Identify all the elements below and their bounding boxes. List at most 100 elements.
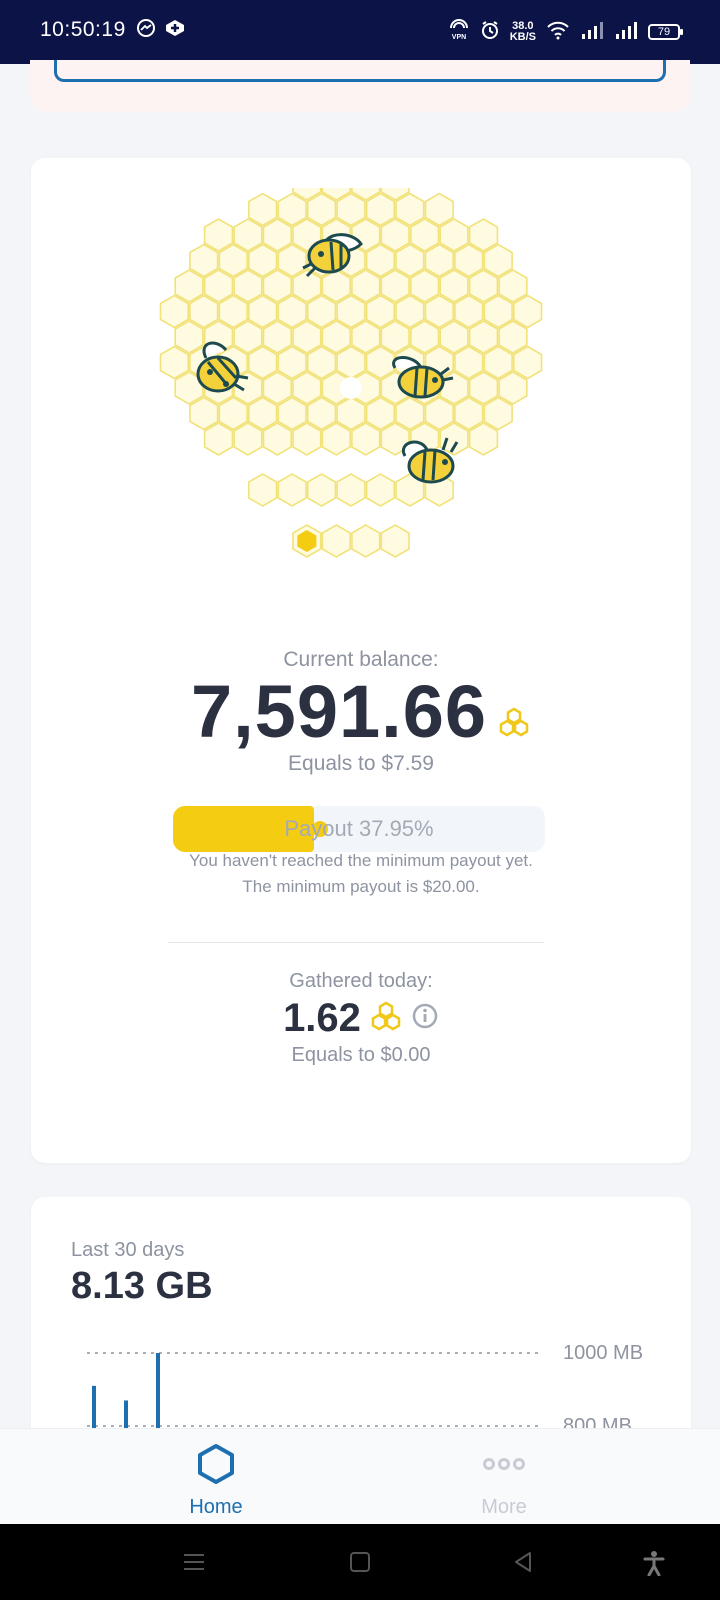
today-value: 1.62 (283, 996, 361, 1040)
honeycomb-cell (365, 473, 396, 507)
honeycomb-cell (218, 396, 248, 431)
nav-more-label: More (481, 1496, 527, 1518)
honeycomb-cell (321, 269, 351, 303)
honeycomb-cell (468, 218, 499, 252)
nav-home[interactable]: Home (146, 1443, 286, 1519)
honeycomb-cell (424, 396, 455, 431)
honeycomb-cell (292, 371, 322, 405)
honeycomb-cell (248, 192, 278, 227)
honeycomb-cell (395, 396, 425, 431)
accessibility-icon[interactable] (642, 1550, 666, 1581)
more-dots-icon (483, 1458, 525, 1470)
honeycomb-cell (321, 320, 351, 354)
signal-icon-2 (614, 20, 638, 45)
honeycomb-cell (498, 320, 528, 354)
honeycomb-cell (512, 294, 543, 329)
honeycomb-cell (336, 345, 366, 380)
honeycomb-cell (336, 192, 366, 227)
top-card-button-edge[interactable] (54, 60, 666, 82)
bottom-nav: Home More (0, 1428, 720, 1524)
honeycomb-cell (424, 294, 455, 329)
honeycomb-cell (380, 218, 410, 252)
honeycomb-cell (277, 396, 307, 431)
status-bar: 10:50:19 VPN 38.0 KB/S 79 (0, 0, 720, 64)
today-label: Gathered today: (289, 970, 433, 992)
honeycomb-cell (203, 422, 234, 456)
honeycomb-cell (439, 218, 469, 252)
honeycomb-cell (174, 269, 204, 303)
honeycomb-cell (233, 320, 263, 354)
back-icon[interactable] (512, 1550, 536, 1579)
honeycomb-center-cell (340, 377, 362, 399)
honeycomb-cell (233, 218, 263, 252)
honeycomb-icon (497, 707, 531, 742)
honeycomb-cell (351, 422, 381, 456)
honeycomb-cell (483, 294, 513, 329)
payout-label: Payout 37.95% (284, 816, 434, 841)
honeycomb-cell (306, 192, 337, 227)
divider (168, 942, 544, 943)
honeycomb-cell (395, 294, 425, 329)
honeycomb-cell (218, 243, 248, 278)
honeycomb-cell (306, 294, 337, 329)
status-time: 10:50:19 (40, 18, 126, 41)
hexagon-icon (198, 1444, 234, 1484)
home-square-icon[interactable] (348, 1550, 372, 1579)
honeycomb-cell (292, 422, 322, 456)
balance-label: Current balance: (283, 648, 439, 671)
honeycomb-cell (483, 243, 513, 278)
honeycomb-cell (454, 294, 484, 329)
balance-usd: Equals to $7.59 (288, 752, 434, 775)
honeycomb-cell (248, 396, 278, 431)
honeycomb-cell (424, 192, 455, 227)
usage-card: Last 30 days 8.13 GB 1000 MB 800 MB (31, 1197, 691, 1457)
honeycomb-cell (468, 320, 499, 354)
honeycomb-cell (468, 269, 499, 303)
honeycomb-cell (351, 524, 381, 558)
honeycomb-cell (424, 243, 455, 278)
honeycomb-cell (159, 294, 190, 329)
honeycomb-cell (365, 345, 396, 380)
honeycomb-cell (248, 345, 278, 380)
honeycomb-cell (395, 243, 425, 278)
honeycomb-cell (248, 473, 278, 507)
honeycomb-cell (248, 243, 278, 278)
nav-more[interactable]: More (434, 1443, 574, 1519)
honeycomb-cell (454, 396, 484, 431)
honeycomb-cell (409, 218, 440, 252)
honeycomb-cell (439, 371, 469, 405)
signal-icon (580, 20, 604, 45)
honeycomb-cell (321, 524, 351, 558)
honeycomb-cell (262, 269, 292, 303)
honeycomb-icon (369, 1001, 403, 1036)
honeycomb-cell (218, 294, 248, 329)
honeycomb-cell (468, 371, 499, 405)
alarm-icon (480, 20, 500, 45)
honeycomb-cell (483, 396, 513, 431)
honeycomb-cell (306, 345, 337, 380)
honeycomb-cell (483, 345, 513, 380)
honeycomb-cell (380, 269, 410, 303)
honeycomb-cell (512, 345, 543, 380)
honeycomb-cell (306, 473, 337, 507)
info-icon[interactable] (411, 1002, 439, 1035)
honeycomb-cell (277, 243, 307, 278)
menu-icon[interactable] (182, 1550, 206, 1579)
honeycomb-cell (306, 396, 337, 431)
battery-icon: 79 (648, 24, 683, 40)
balance-card: Current balance: 7,591.66 Equals to $7.5… (31, 158, 691, 1163)
vpn-icon: VPN (448, 18, 470, 46)
payout-note-2: The minimum payout is $20.00. (242, 877, 480, 896)
honeycomb-cell (365, 294, 396, 329)
payout-progress-bar: Payout 37.95% (173, 806, 545, 852)
honeycomb-cell (336, 396, 366, 431)
app-icon (164, 18, 186, 43)
payout-note-1: You haven't reached the minimum payout y… (189, 851, 533, 870)
honeycomb-cell (203, 218, 234, 252)
honeycomb-cell (292, 320, 322, 354)
honeycomb-cell (498, 371, 528, 405)
honeycomb-cell (365, 396, 396, 431)
honeycomb-cell (189, 243, 219, 278)
balance-value: 7,591.66 (190, 670, 488, 753)
honeycomb-cell (395, 192, 425, 227)
